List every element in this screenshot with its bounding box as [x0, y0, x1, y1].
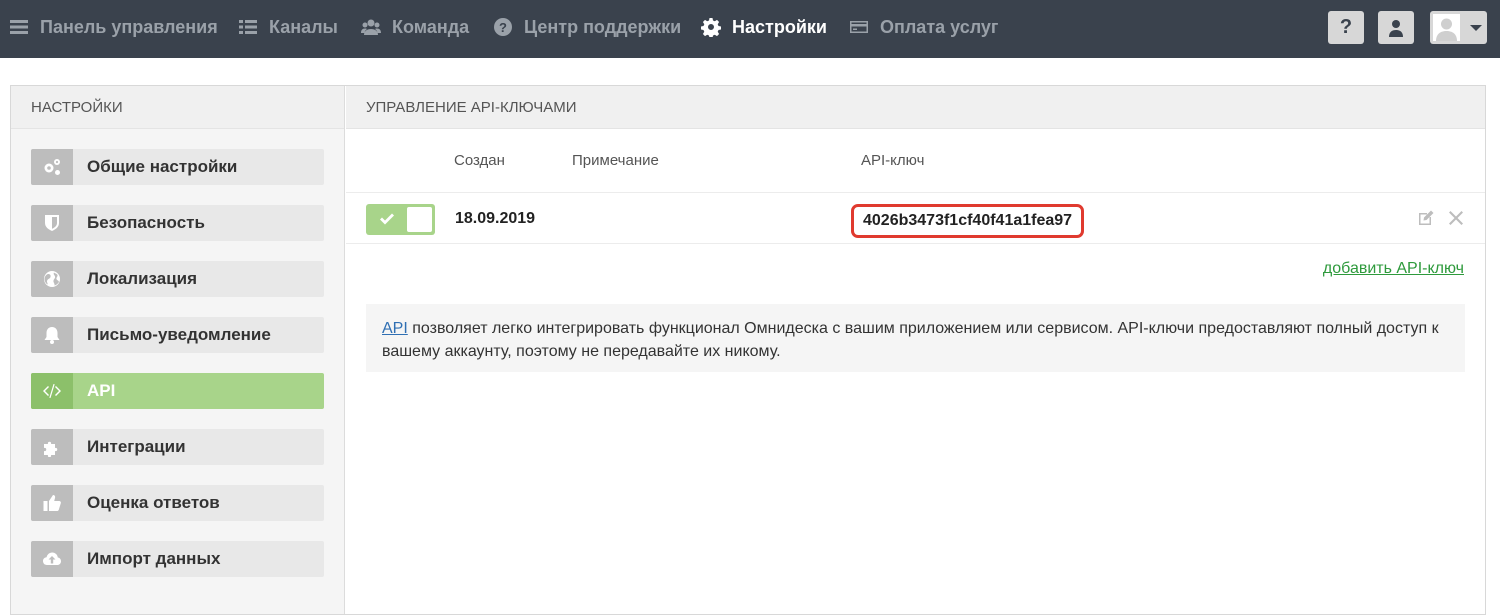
add-api-key-link[interactable]: добавить API-ключ	[1323, 260, 1464, 278]
sidebar-item-ratings[interactable]: Оценка ответов	[31, 485, 324, 521]
bell-icon	[31, 317, 73, 353]
cloud-upload-icon	[31, 541, 73, 577]
top-nav-bar: Панель управления Каналы Команда ? Центр…	[0, 0, 1500, 58]
sidebar-item-security[interactable]: Безопасность	[31, 205, 324, 241]
checkmark-icon	[380, 213, 394, 225]
help-button[interactable]: ?	[1328, 11, 1364, 44]
code-icon	[31, 373, 73, 409]
shield-icon	[31, 205, 73, 241]
user-icon	[1389, 19, 1403, 37]
nav-help-center[interactable]: ? Центр поддержки	[492, 0, 681, 54]
panel-title: УПРАВЛЕНИЕ API-КЛЮЧАМИ	[346, 86, 1485, 129]
profile-button[interactable]	[1378, 11, 1414, 44]
sidebar-item-localization[interactable]: Локализация	[31, 261, 324, 297]
nav-help-center-label: Центр поддержки	[524, 16, 682, 37]
help-button-label: ?	[1339, 16, 1353, 38]
sidebar-item-label: Безопасность	[87, 213, 205, 232]
nav-channels-label: Каналы	[269, 16, 338, 37]
api-key-value: 4026b3473f1cf40f41a1fea97	[851, 204, 1085, 238]
sidebar-item-notification-email[interactable]: Письмо-уведомление	[31, 317, 324, 353]
api-key-created-date: 18.09.2019	[455, 210, 536, 227]
list-icon	[237, 16, 259, 38]
edit-icon[interactable]	[1417, 209, 1435, 227]
nav-billing-label: Оплата услуг	[880, 16, 999, 37]
nav-dashboard[interactable]: Панель управления	[8, 0, 218, 54]
sidebar-item-data-import[interactable]: Импорт данных	[31, 541, 324, 577]
nav-team[interactable]: Команда	[360, 0, 469, 54]
globe-icon	[31, 261, 73, 297]
svg-text:?: ?	[499, 20, 507, 35]
api-docs-link[interactable]: API	[382, 320, 408, 337]
sidebar-item-label: Локализация	[87, 269, 198, 288]
gear-icon	[700, 16, 722, 38]
sidebar-item-label: Общие настройки	[87, 157, 238, 176]
nav-team-label: Команда	[392, 16, 470, 37]
sidebar-item-label: Импорт данных	[87, 549, 221, 568]
sidebar-item-label: Письмо-уведомление	[87, 325, 271, 344]
api-keys-panel: УПРАВЛЕНИЕ API-КЛЮЧАМИ Создан Примечание…	[346, 86, 1485, 614]
nav-settings-label: Настройки	[732, 16, 827, 37]
avatar-placeholder-icon	[1436, 18, 1457, 41]
chevron-down-icon	[1470, 25, 1482, 31]
column-header-note: Примечание	[572, 152, 659, 169]
settings-card: НАСТРОЙКИ Общие настройки Безопасность Л…	[10, 85, 1486, 615]
delete-icon[interactable]	[1447, 209, 1465, 227]
team-icon	[360, 16, 382, 38]
api-info-text: позволяет легко интегрировать функционал…	[382, 320, 1439, 360]
puzzle-icon	[31, 429, 73, 465]
column-header-api-key: API-ключ	[861, 152, 925, 169]
api-info-box: API позволяет легко интегрировать функци…	[366, 304, 1465, 372]
avatar	[1433, 14, 1460, 41]
sidebar-title: НАСТРОЙКИ	[11, 86, 344, 129]
account-menu-button[interactable]	[1430, 11, 1487, 44]
credit-card-icon	[848, 16, 870, 38]
dashboard-icon	[8, 16, 30, 38]
sidebar-item-integrations[interactable]: Интеграции	[31, 429, 324, 465]
thumbs-up-icon	[31, 485, 73, 521]
sidebar-item-label: Оценка ответов	[87, 493, 220, 512]
settings-sidebar: НАСТРОЙКИ Общие настройки Безопасность Л…	[11, 86, 345, 614]
nav-settings[interactable]: Настройки	[700, 0, 827, 54]
nav-channels[interactable]: Каналы	[237, 0, 338, 54]
column-header-created: Создан	[454, 152, 505, 169]
sidebar-item-api[interactable]: API	[31, 373, 324, 409]
table-row-divider	[346, 243, 1485, 244]
sidebar-item-label: API	[87, 381, 116, 400]
row-actions	[1417, 209, 1465, 227]
sidebar-item-general[interactable]: Общие настройки	[31, 149, 324, 185]
sidebar-item-label: Интеграции	[87, 437, 186, 456]
gears-icon	[31, 149, 73, 185]
nav-billing[interactable]: Оплата услуг	[848, 0, 998, 54]
nav-dashboard-label: Панель управления	[40, 16, 218, 37]
help-circle-icon: ?	[492, 16, 514, 38]
api-key-enabled-toggle[interactable]	[366, 204, 435, 235]
toggle-knob	[407, 207, 432, 232]
table-header-divider	[346, 192, 1485, 193]
